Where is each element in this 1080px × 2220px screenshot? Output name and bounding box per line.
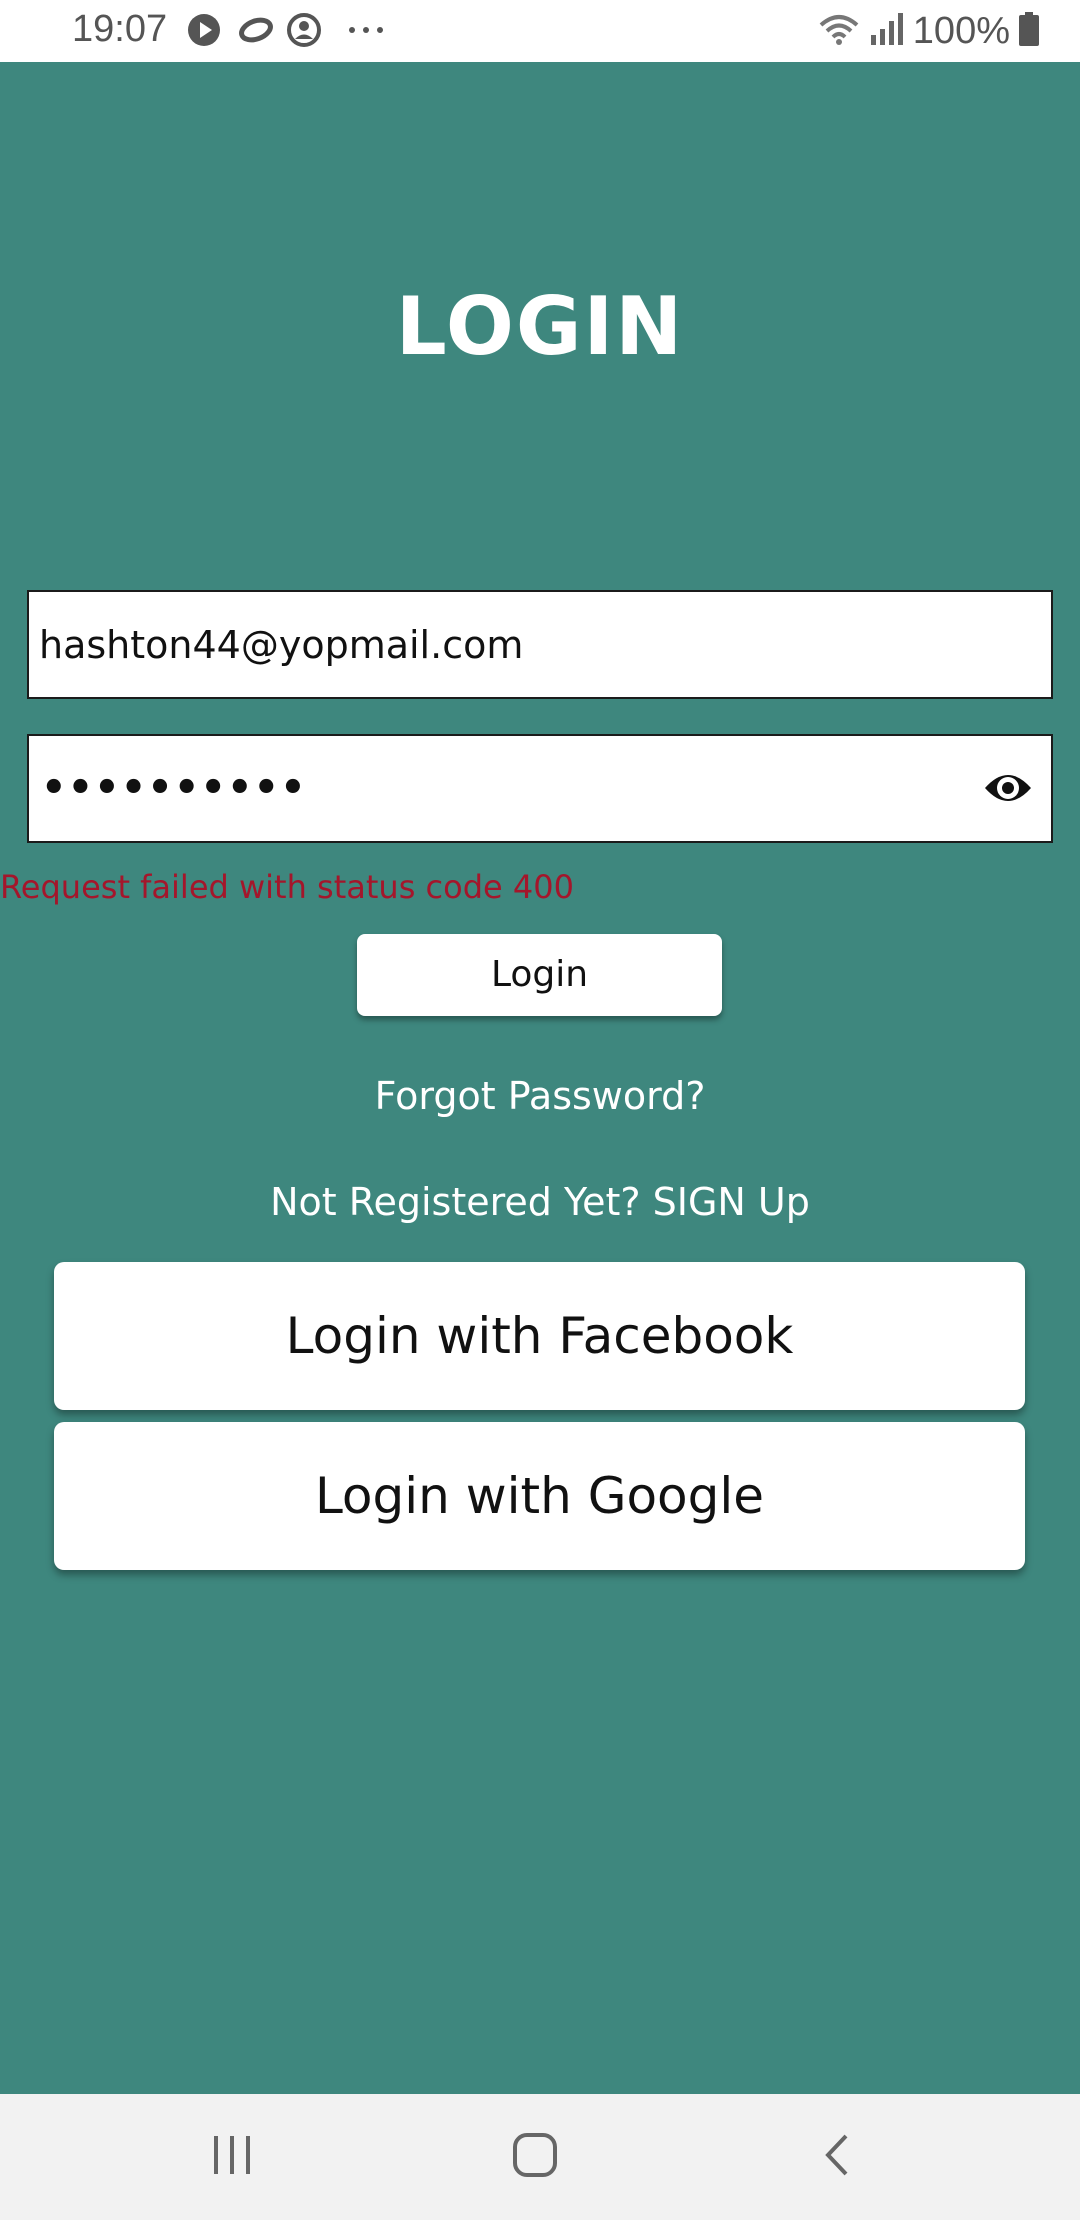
status-time: 19:07 bbox=[72, 8, 168, 50]
facebook-login-button[interactable]: Login with Facebook bbox=[54, 1262, 1025, 1410]
google-login-button[interactable]: Login with Google bbox=[54, 1422, 1025, 1570]
password-input[interactable]: •••••••••• bbox=[41, 736, 307, 841]
page-title: LOGIN bbox=[395, 280, 685, 373]
play-icon bbox=[186, 12, 222, 52]
signal-icon bbox=[869, 11, 905, 51]
forgot-password-link[interactable]: Forgot Password? bbox=[0, 1066, 1080, 1126]
battery-percent: 100% bbox=[912, 9, 1010, 52]
wifi-icon bbox=[817, 11, 861, 51]
login-button[interactable]: Login bbox=[357, 934, 722, 1016]
navigation-bar bbox=[0, 2094, 1080, 2220]
email-input[interactable] bbox=[39, 592, 979, 697]
password-field[interactable]: •••••••••• bbox=[27, 734, 1053, 843]
account-icon bbox=[286, 12, 322, 52]
battery-icon bbox=[1018, 11, 1040, 51]
more-icon bbox=[346, 14, 386, 48]
eye-icon[interactable] bbox=[983, 768, 1033, 808]
login-screen: LOGIN •••••••••• Request failed with sta… bbox=[0, 62, 1080, 2094]
signup-link[interactable]: Not Registered Yet? SIGN Up bbox=[0, 1172, 1080, 1232]
back-icon[interactable] bbox=[818, 2130, 858, 2184]
error-message: Request failed with status code 400 bbox=[0, 868, 574, 906]
sync-icon bbox=[236, 12, 276, 52]
email-field[interactable] bbox=[27, 590, 1053, 699]
home-icon[interactable] bbox=[510, 2130, 560, 2184]
recent-apps-icon[interactable] bbox=[210, 2130, 254, 2184]
status-bar: 19:07 100% bbox=[0, 0, 1080, 62]
